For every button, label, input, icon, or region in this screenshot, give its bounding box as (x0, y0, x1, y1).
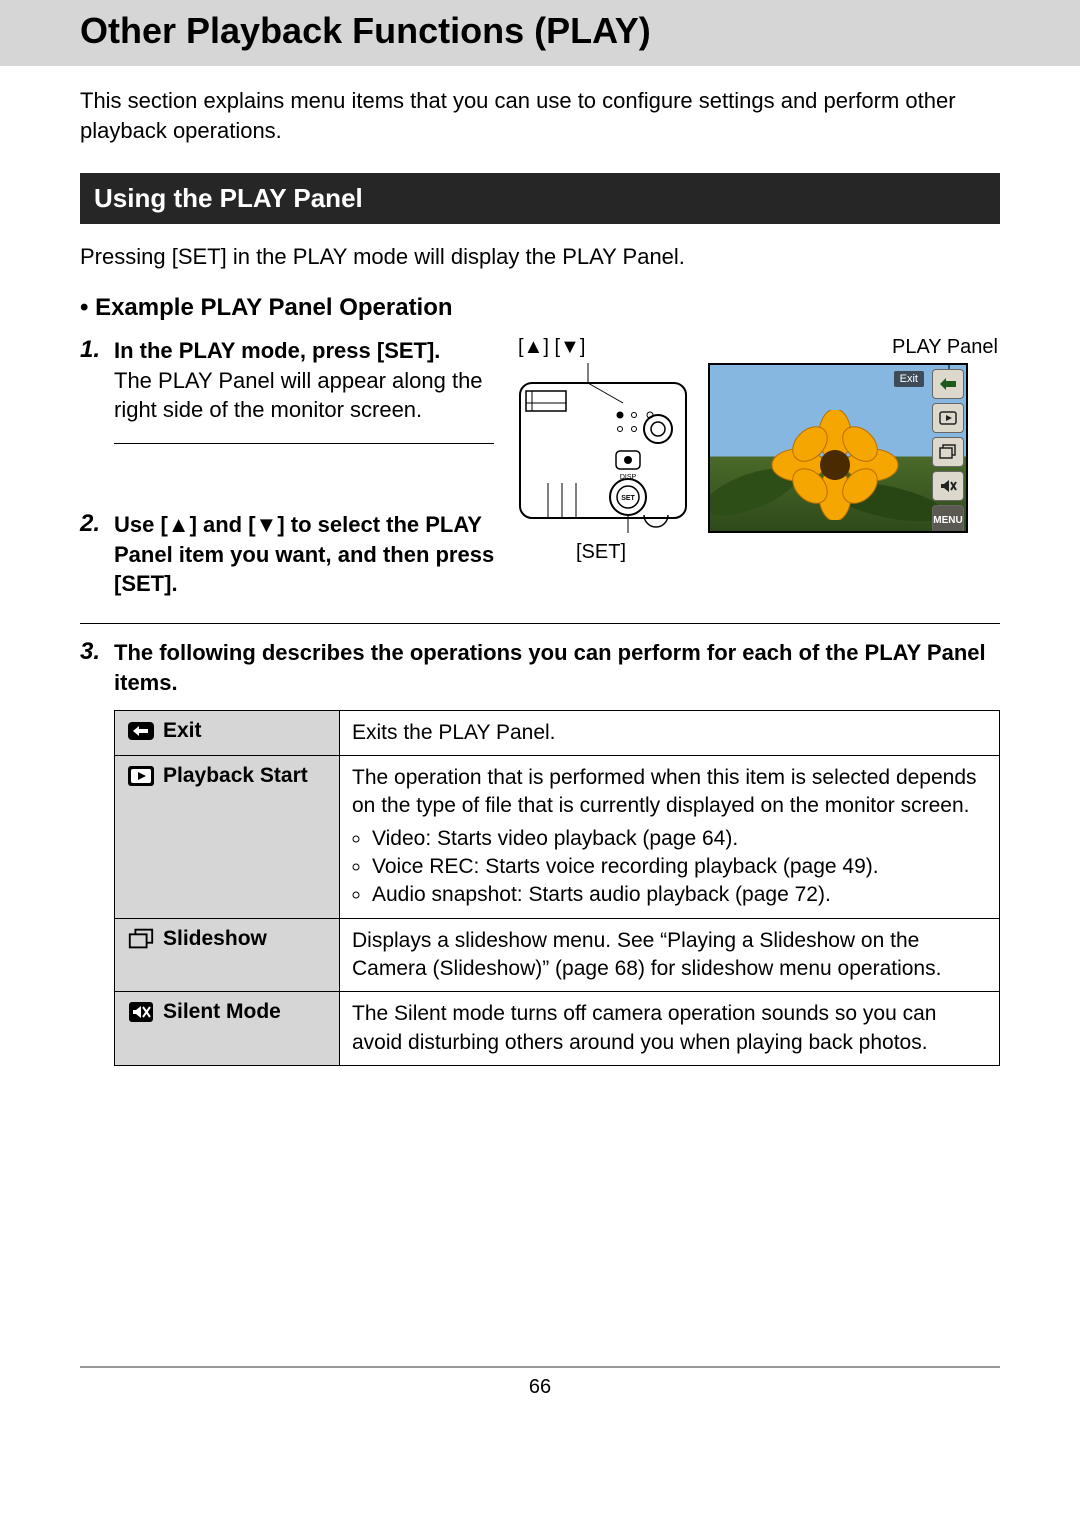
panel-slideshow-icon (932, 437, 964, 467)
play-panel-side-icons: MENU (932, 369, 962, 533)
section-lead: Pressing [SET] in the PLAY mode will dis… (80, 242, 1000, 272)
footer-rule (80, 1366, 1000, 1368)
svg-text:SET: SET (621, 495, 635, 502)
example-heading: • Example PLAY Panel Operation (80, 294, 1000, 322)
step-divider (114, 443, 494, 444)
exit-overlay-label: Exit (894, 371, 924, 387)
play-panel-preview: Exit (708, 363, 968, 533)
page-title: Other Playback Functions (PLAY) (80, 10, 1000, 52)
example-heading-text: Example PLAY Panel Operation (95, 294, 452, 321)
play-panel-label: PLAY Panel (892, 336, 998, 359)
playback-bullet-3: Audio snapshot: Starts audio playback (p… (372, 881, 987, 909)
page-title-bar: Other Playback Functions (PLAY) (0, 0, 1080, 66)
silent-desc: The Silent mode turns off camera operati… (340, 992, 1000, 1066)
panel-menu-icon: MENU (932, 505, 964, 533)
panel-exit-icon (932, 369, 964, 399)
page-number: 66 (80, 1376, 1000, 1399)
arrows-label: [▲] [▼] (518, 336, 585, 359)
step-2-head: Use [▲] and [▼] to select the PLAY Panel… (114, 510, 524, 599)
step-3: The following describes the operations y… (80, 638, 1000, 1066)
playback-label: Playback Start (163, 764, 308, 788)
exit-icon (127, 720, 155, 742)
bullet: • (80, 294, 88, 321)
camera-diagram: DISP SET (518, 363, 688, 533)
step-3-head: The following describes the operations y… (114, 638, 1000, 697)
playback-bullet-1: Video: Starts video playback (page 64). (372, 825, 987, 853)
steps-list-continued: The following describes the operations y… (80, 638, 1000, 1066)
manual-page: Other Playback Functions (PLAY) This sec… (0, 0, 1080, 1534)
table-row-silent: Silent Mode The Silent mode turns off ca… (115, 992, 1000, 1066)
panel-playback-icon (932, 403, 964, 433)
table-row-playback: Playback Start The operation that is per… (115, 755, 1000, 918)
play-panel-table: Exit Exits the PLAY Panel. Playback Star… (114, 710, 1000, 1066)
slideshow-icon (127, 928, 155, 950)
exit-label: Exit (163, 719, 202, 743)
flower-icon (770, 410, 900, 520)
silent-mode-icon (127, 1001, 155, 1023)
step-1-sub: The PLAY Panel will appear along the rig… (114, 366, 494, 425)
playback-desc: The operation that is performed when thi… (340, 755, 1000, 918)
set-label: [SET] (576, 541, 998, 564)
step-1-head: In the PLAY mode, press [SET]. (114, 336, 494, 366)
playback-bullet-2: Voice REC: Starts voice recording playba… (372, 853, 987, 881)
section-heading: Using the PLAY Panel (80, 173, 1000, 224)
playback-start-icon (127, 765, 155, 787)
slideshow-desc: Displays a slideshow menu. See “Playing … (340, 918, 1000, 992)
figure-block: [▲] [▼] PLAY Panel (518, 336, 998, 564)
step-divider-full (80, 623, 1000, 624)
slideshow-label: Slideshow (163, 927, 267, 951)
exit-desc: Exits the PLAY Panel. (340, 710, 1000, 755)
panel-silent-icon (932, 471, 964, 501)
playback-lead: The operation that is performed when thi… (352, 766, 977, 817)
silent-label: Silent Mode (163, 1000, 281, 1024)
step-2: Use [▲] and [▼] to select the PLAY Panel… (80, 510, 524, 599)
table-row-exit: Exit Exits the PLAY Panel. (115, 710, 1000, 755)
intro-paragraph: This section explains menu items that yo… (80, 86, 1000, 145)
table-row-slideshow: Slideshow Displays a slideshow menu. See… (115, 918, 1000, 992)
steps-list: In the PLAY mode, press [SET]. The PLAY … (80, 336, 1000, 599)
